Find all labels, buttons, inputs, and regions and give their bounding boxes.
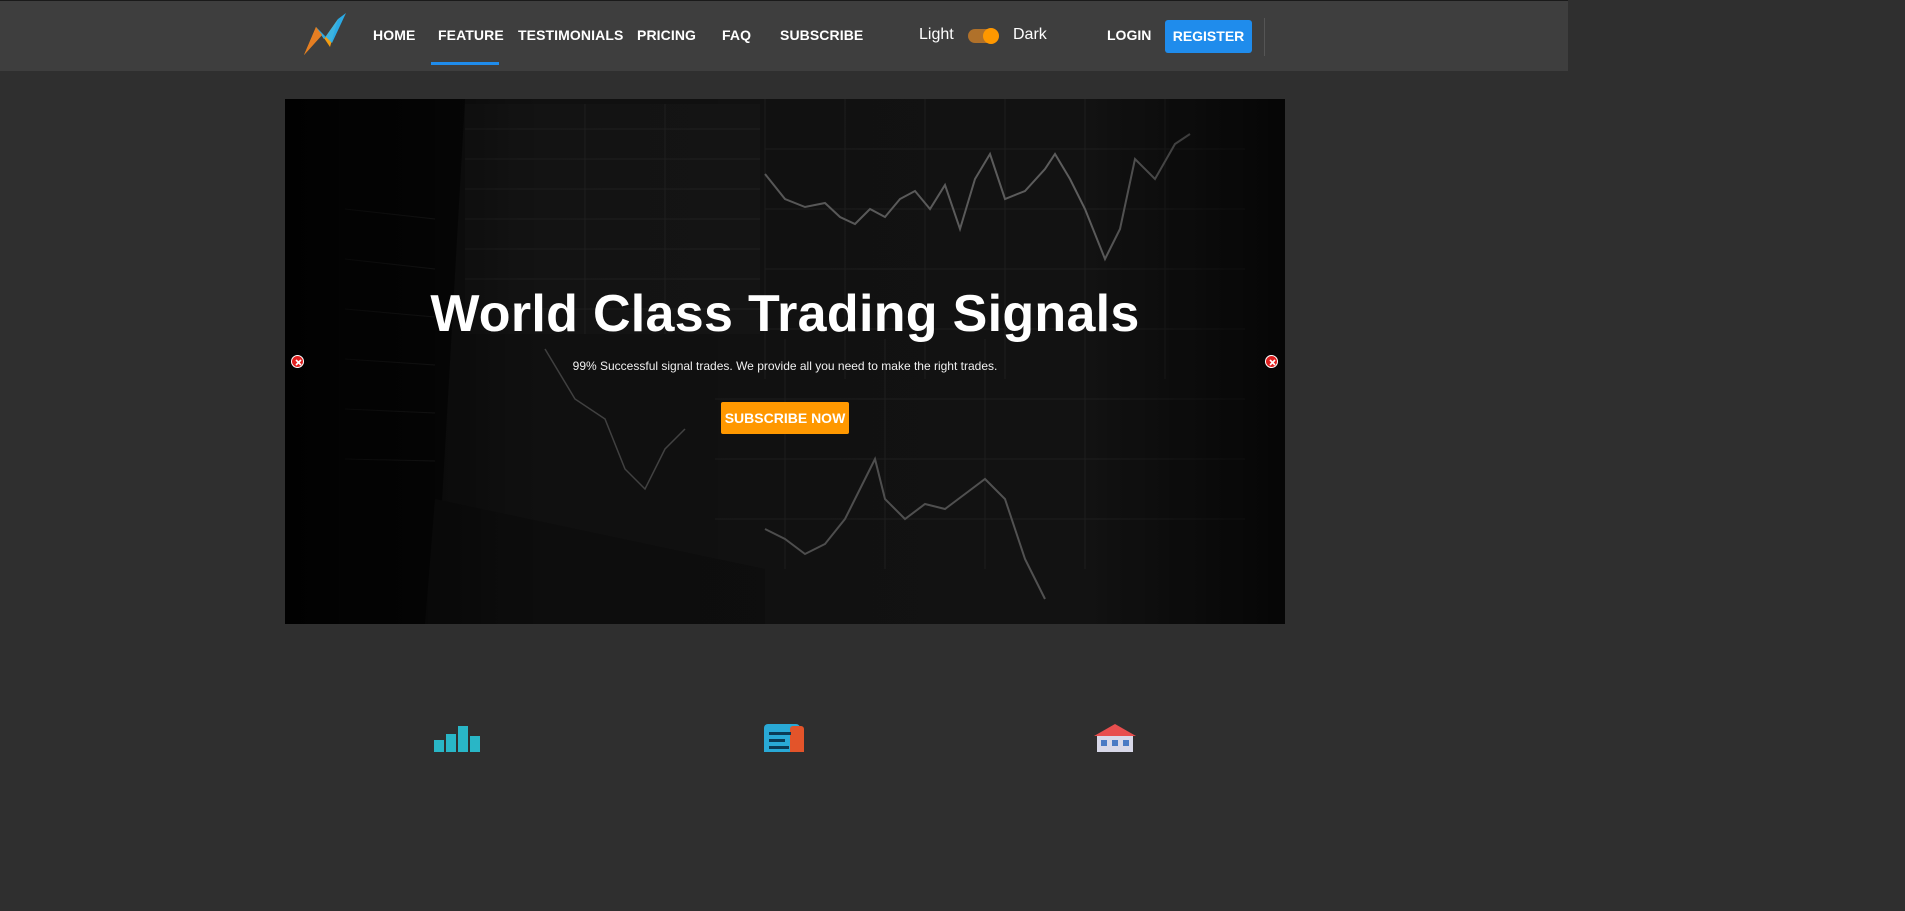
theme-toggle-knob (983, 28, 999, 44)
theme-toggle[interactable] (968, 28, 999, 44)
subscribe-now-button[interactable]: SUBSCRIBE NOW (721, 402, 849, 434)
register-button[interactable]: REGISTER (1165, 20, 1252, 53)
nav-faq[interactable]: FAQ (722, 27, 751, 43)
login-link[interactable]: LOGIN (1107, 27, 1151, 43)
theme-light-label: Light (919, 26, 954, 43)
nav-testimonials[interactable]: TESTIMONIALS (518, 27, 623, 43)
slider-next-close-icon[interactable] (1265, 355, 1278, 368)
active-nav-indicator (431, 62, 499, 65)
hero-banner: World Class Trading Signals 99% Successf… (285, 99, 1285, 624)
logo-icon[interactable] (302, 13, 348, 57)
nav-subscribe[interactable]: SUBSCRIBE (780, 27, 863, 43)
bar-chart-icon (434, 726, 480, 752)
top-navigation-bar: HOME FEATURE TESTIMONIALS PRICING FAQ SU… (0, 0, 1568, 71)
nav-divider (1264, 18, 1265, 56)
hero-title: World Class Trading Signals (430, 285, 1140, 343)
slider-prev-close-icon[interactable] (291, 355, 304, 368)
building-icon (1094, 724, 1136, 752)
document-icon (764, 724, 804, 752)
theme-dark-label: Dark (1013, 26, 1047, 43)
hero-subtitle: 99% Successful signal trades. We provide… (572, 359, 998, 373)
nav-feature[interactable]: FEATURE (438, 27, 504, 43)
nav-pricing[interactable]: PRICING (637, 27, 696, 43)
nav-home[interactable]: HOME (373, 27, 415, 43)
